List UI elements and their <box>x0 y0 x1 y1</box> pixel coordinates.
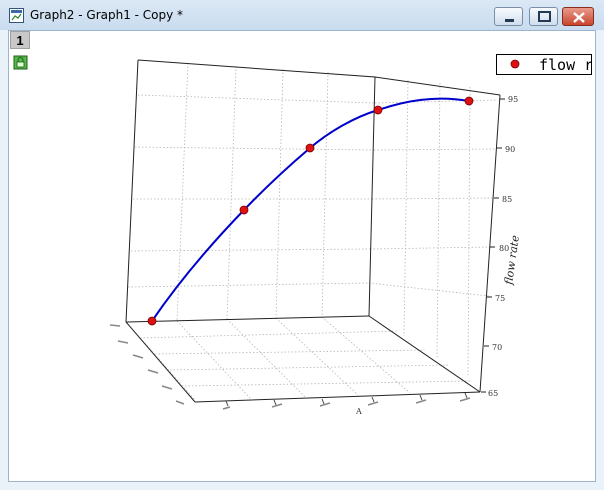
data-markers <box>147 96 474 326</box>
legend-marker-icon <box>510 59 520 69</box>
fit-curve <box>151 97 470 322</box>
data-point[interactable] <box>464 96 474 106</box>
back-wall-grid <box>125 59 499 401</box>
data-point[interactable] <box>373 105 383 115</box>
legend-label: flow ra <box>539 56 591 74</box>
data-point[interactable] <box>305 143 315 153</box>
svg-text:65: 65 <box>488 389 498 398</box>
graph-window: Graph2 - Graph1 - Copy * 1 95 90 85 80 7… <box>0 0 604 490</box>
x-axis-label: A <box>355 407 362 416</box>
svg-text:75: 75 <box>495 294 505 303</box>
svg-text:85: 85 <box>502 195 512 204</box>
z-axis-label: flow rate <box>502 234 522 286</box>
legend[interactable]: flow ra <box>496 54 592 75</box>
svg-text:95: 95 <box>508 95 518 104</box>
axis-box <box>125 59 501 403</box>
svg-text:70: 70 <box>492 343 502 352</box>
data-point[interactable] <box>239 205 249 215</box>
svg-text:90: 90 <box>505 145 515 154</box>
data-point[interactable] <box>147 316 157 326</box>
